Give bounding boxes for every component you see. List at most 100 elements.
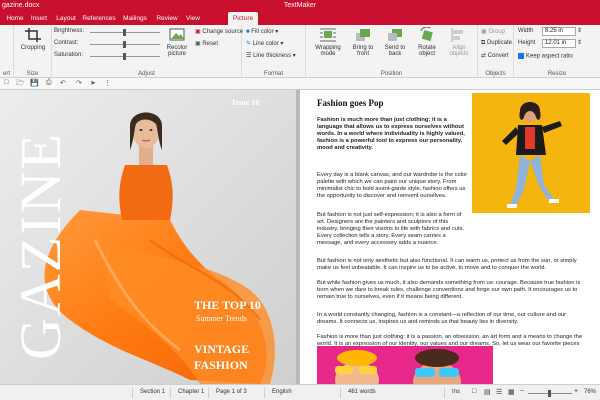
view-page-icon[interactable]: ▤ xyxy=(484,388,491,396)
fill-color-icon: ■ xyxy=(246,29,250,35)
tab-picture[interactable]: Picture xyxy=(228,12,258,25)
height-field[interactable]: 12.01 in xyxy=(542,39,576,48)
pointer-icon[interactable]: ➤ xyxy=(90,79,96,87)
status-language[interactable]: English xyxy=(272,389,292,395)
brightness-slider[interactable] xyxy=(90,29,160,36)
checkbox-checked-icon xyxy=(518,53,524,59)
duplicate-button[interactable]: ⧉ Duplicate xyxy=(481,40,512,47)
saturation-slider[interactable] xyxy=(90,53,160,60)
keep-aspect-checkbox[interactable]: Keep aspect ratio xyxy=(518,53,573,60)
tab-insert[interactable]: Insert xyxy=(28,12,50,25)
open-folder-icon[interactable]: 🗁 xyxy=(16,79,25,90)
view-normal-icon[interactable]: □ xyxy=(472,388,476,395)
more-commands-icon[interactable]: ⋮ xyxy=(104,79,111,87)
wrap-text-icon xyxy=(319,27,337,43)
zoom-in-icon[interactable]: + xyxy=(574,388,578,395)
brightness-label: Brightness: xyxy=(54,28,85,34)
status-word-count[interactable]: 461 words xyxy=(348,389,376,395)
convert-button[interactable]: ⇄ Convert xyxy=(481,52,509,59)
undo-icon[interactable]: ↶ xyxy=(60,79,66,87)
view-master-icon[interactable]: ▦ xyxy=(508,388,515,396)
zoom-out-icon[interactable]: − xyxy=(520,388,524,395)
send-back-icon xyxy=(386,27,404,43)
group-label-position: Position xyxy=(380,71,403,77)
group-position: Wrapping mode Bring to front Send to bac… xyxy=(306,25,478,78)
status-divider xyxy=(264,387,265,398)
reset-label: Reset xyxy=(202,41,219,47)
bring-to-front-button[interactable]: Bring to front xyxy=(348,27,378,57)
new-document-icon[interactable]: □ xyxy=(4,79,8,86)
height-spin-icon[interactable]: ⇕ xyxy=(577,39,582,46)
article-title: Fashion goes Pop xyxy=(317,98,384,108)
brightness-knob[interactable] xyxy=(123,29,126,36)
align-label: Align objects xyxy=(449,45,469,57)
bring-front-label: Bring to front xyxy=(352,45,374,57)
change-source-icon: ▣ xyxy=(195,29,201,35)
contrast-slider[interactable] xyxy=(90,41,160,48)
redo-icon[interactable]: ↷ xyxy=(76,79,82,87)
change-source-label: Change source xyxy=(202,29,244,35)
send-to-back-button[interactable]: Send to back xyxy=(380,27,410,57)
group-label-format: Format xyxy=(263,71,283,77)
save-icon[interactable]: 💾 xyxy=(30,79,39,87)
fill-color-button[interactable]: ■ Fill color ▾ xyxy=(246,28,278,35)
rotate-label: Rotate object xyxy=(418,45,436,57)
zoom-knob[interactable] xyxy=(548,390,551,397)
width-field[interactable]: 8.25 in xyxy=(542,27,576,36)
title-bar: gazine.docx TextMaker xyxy=(0,0,600,12)
rotate-object-button[interactable]: Rotate object xyxy=(412,26,442,57)
ribbon: ert Cropping Size Brightness: Contrast: … xyxy=(0,25,600,78)
tab-mailings[interactable]: Mailings xyxy=(119,12,151,25)
print-icon[interactable]: ⎙ xyxy=(46,79,52,87)
article-paragraph-3: But fashion is not only aesthetic but al… xyxy=(317,258,577,272)
status-divider xyxy=(340,387,341,398)
wrapping-mode-button[interactable]: Wrapping mode xyxy=(312,27,344,57)
zoom-slider[interactable] xyxy=(528,390,572,397)
status-section[interactable]: Section 1 xyxy=(140,389,165,395)
tab-home[interactable]: Home xyxy=(0,12,30,25)
width-label: Width xyxy=(518,28,534,34)
zoom-level[interactable]: 76% xyxy=(584,389,596,395)
cover-fashion: FASHION xyxy=(194,358,248,372)
article-page: Fashion goes Pop Fashion is much more th… xyxy=(300,90,600,384)
line-thickness-button[interactable]: ☰ Line thickness ▾ xyxy=(246,52,296,59)
cover-issue: Issue 10 xyxy=(232,98,260,107)
send-back-label: Send to back xyxy=(384,45,406,57)
group-format: ■ Fill color ▾ ✎ Line color ▾ ☰ Line thi… xyxy=(242,25,306,78)
tab-review[interactable]: Review xyxy=(154,12,180,25)
duplicate-icon: ⧉ xyxy=(481,40,486,46)
group-adjust: Brightness: Contrast: Saturation: Recolo… xyxy=(52,25,243,78)
tab-references[interactable]: References xyxy=(82,12,116,25)
article-paragraph-4: But while fashion gives us much, it also… xyxy=(317,280,581,301)
align-objects-button[interactable]: Align objects xyxy=(444,27,474,57)
group-icon: ▣ xyxy=(481,29,487,35)
tab-layout[interactable]: Layout xyxy=(53,12,79,25)
recolor-picture-button[interactable]: Recolor picture xyxy=(162,27,192,57)
cover-masthead: GAZINE xyxy=(8,132,73,360)
status-divider xyxy=(444,387,445,398)
status-insert-mode[interactable]: Ins xyxy=(452,389,460,395)
line-color-button[interactable]: ✎ Line color ▾ xyxy=(246,40,283,47)
saturation-knob[interactable] xyxy=(123,53,126,60)
change-source-button[interactable]: ▣ Change source xyxy=(195,28,243,35)
group-label-btn: Group xyxy=(488,29,506,35)
article-photo-pink[interactable] xyxy=(317,346,493,384)
status-divider xyxy=(208,387,209,398)
crop-icon xyxy=(24,27,42,43)
article-paragraph-5: In a world constantly changing, fashion … xyxy=(317,312,567,326)
line-color-label: Line color xyxy=(252,41,279,47)
wrapping-label: Wrapping mode xyxy=(315,45,341,57)
article-photo-yellow[interactable] xyxy=(472,93,590,213)
tab-view[interactable]: View xyxy=(182,12,204,25)
group-size: Cropping Size xyxy=(14,25,52,78)
view-outline-icon[interactable]: ☰ xyxy=(496,388,502,396)
group-button[interactable]: ▣ Group xyxy=(481,28,505,35)
width-spin-icon[interactable]: ⇕ xyxy=(577,27,582,34)
status-page[interactable]: Page 1 of 3 xyxy=(216,389,247,395)
status-chapter[interactable]: Chapter 1 xyxy=(178,389,204,395)
bring-front-icon xyxy=(354,27,372,43)
contrast-knob[interactable] xyxy=(123,41,126,48)
reset-button[interactable]: ▣ Reset xyxy=(195,40,218,47)
cropping-button[interactable]: Cropping xyxy=(16,27,50,51)
align-icon xyxy=(450,27,468,43)
